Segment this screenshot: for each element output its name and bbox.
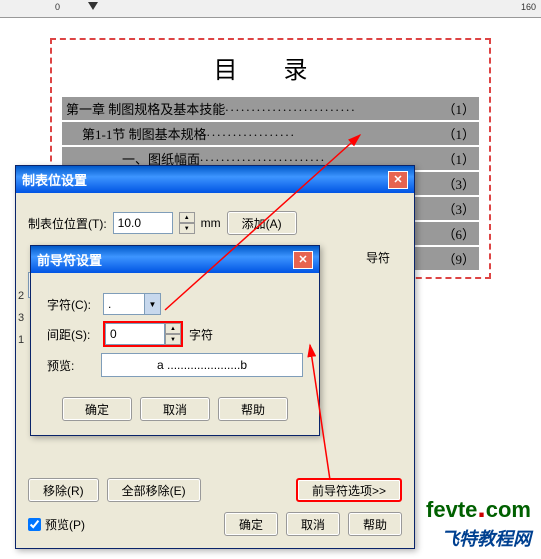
preview-check-input[interactable] <box>28 518 41 531</box>
close-icon[interactable]: ✕ <box>293 251 313 269</box>
side-markers: 2 3 1 <box>18 280 24 356</box>
preview-check-label: 预览(P) <box>45 516 85 533</box>
cancel-button[interactable]: 取消 <box>286 512 340 536</box>
add-button[interactable]: 添加(A) <box>227 211 297 235</box>
toc-line[interactable]: 第1-1节 制图基本规格 ................. （1） <box>62 122 479 145</box>
help-button[interactable]: 帮助 <box>348 512 402 536</box>
dialog-title: 制表位设置 <box>22 170 388 189</box>
cancel-button[interactable]: 取消 <box>140 397 210 421</box>
toc-page: （1） <box>442 99 475 118</box>
char-label: 字符(C): <box>47 296 97 313</box>
spin-up-icon[interactable]: ▲ <box>165 323 181 334</box>
dialog-body: 字符(C): . ▼ 间距(S): 0 ▲ ▼ 字符 预览: a .......… <box>31 273 319 435</box>
leader-settings-dialog: 前导符设置 ✕ 字符(C): . ▼ 间距(S): 0 ▲ ▼ 字符 预览: a… <box>30 245 320 436</box>
unit-label: mm <box>201 216 221 230</box>
help-button[interactable]: 帮助 <box>218 397 288 421</box>
ok-button[interactable]: 确定 <box>62 397 132 421</box>
spin-up-icon[interactable]: ▲ <box>179 212 195 223</box>
toc-page: （1） <box>442 149 475 168</box>
spinner[interactable]: ▲ ▼ <box>165 323 181 345</box>
spacing-unit: 字符 <box>189 326 213 343</box>
spacing-label: 间距(S): <box>47 326 97 343</box>
toc-text: 第一章 制图规格及基本技能 <box>66 99 225 118</box>
tab-position-label: 制表位位置(T): <box>28 215 107 232</box>
spinner[interactable]: ▲ ▼ <box>179 212 195 234</box>
ruler-tick: 0 <box>55 2 60 12</box>
leader-label: 导符 <box>366 249 390 266</box>
toc-text: 第1-1节 制图基本规格 <box>82 124 207 143</box>
toc-dots: ......................... <box>225 99 442 118</box>
ruler-tick: 160 <box>521 2 536 12</box>
leader-options-button[interactable]: 前导符选项>> <box>296 478 402 502</box>
chevron-down-icon[interactable]: ▼ <box>144 294 160 314</box>
char-value: . <box>104 297 144 311</box>
toc-title: 目 录 <box>62 45 479 95</box>
close-icon[interactable]: ✕ <box>388 171 408 189</box>
spacing-input[interactable]: 0 <box>105 323 165 345</box>
spin-down-icon[interactable]: ▼ <box>179 223 195 234</box>
titlebar[interactable]: 制表位设置 ✕ <box>16 166 414 193</box>
preview-box: a ......................b <box>101 353 303 377</box>
ruler-marker[interactable] <box>88 2 98 10</box>
watermark: fevte.com 飞特教程网 <box>426 491 531 551</box>
char-select[interactable]: . ▼ <box>103 293 161 315</box>
toc-line[interactable]: 第一章 制图规格及基本技能 ......................... … <box>62 97 479 120</box>
tab-position-input[interactable]: 10.0 <box>113 212 173 234</box>
toc-dots: ................. <box>207 124 443 143</box>
titlebar[interactable]: 前导符设置 ✕ <box>31 246 319 273</box>
spin-down-icon[interactable]: ▼ <box>165 334 181 345</box>
remove-all-button[interactable]: 全部移除(E) <box>107 478 201 502</box>
ok-button[interactable]: 确定 <box>224 512 278 536</box>
preview-checkbox[interactable]: 预览(P) <box>28 516 85 533</box>
preview-label: 预览: <box>47 357 95 374</box>
horizontal-ruler: 0 160 <box>0 0 541 18</box>
dialog-title: 前导符设置 <box>37 250 293 269</box>
remove-button[interactable]: 移除(R) <box>28 478 99 502</box>
toc-page: （1） <box>442 124 475 143</box>
